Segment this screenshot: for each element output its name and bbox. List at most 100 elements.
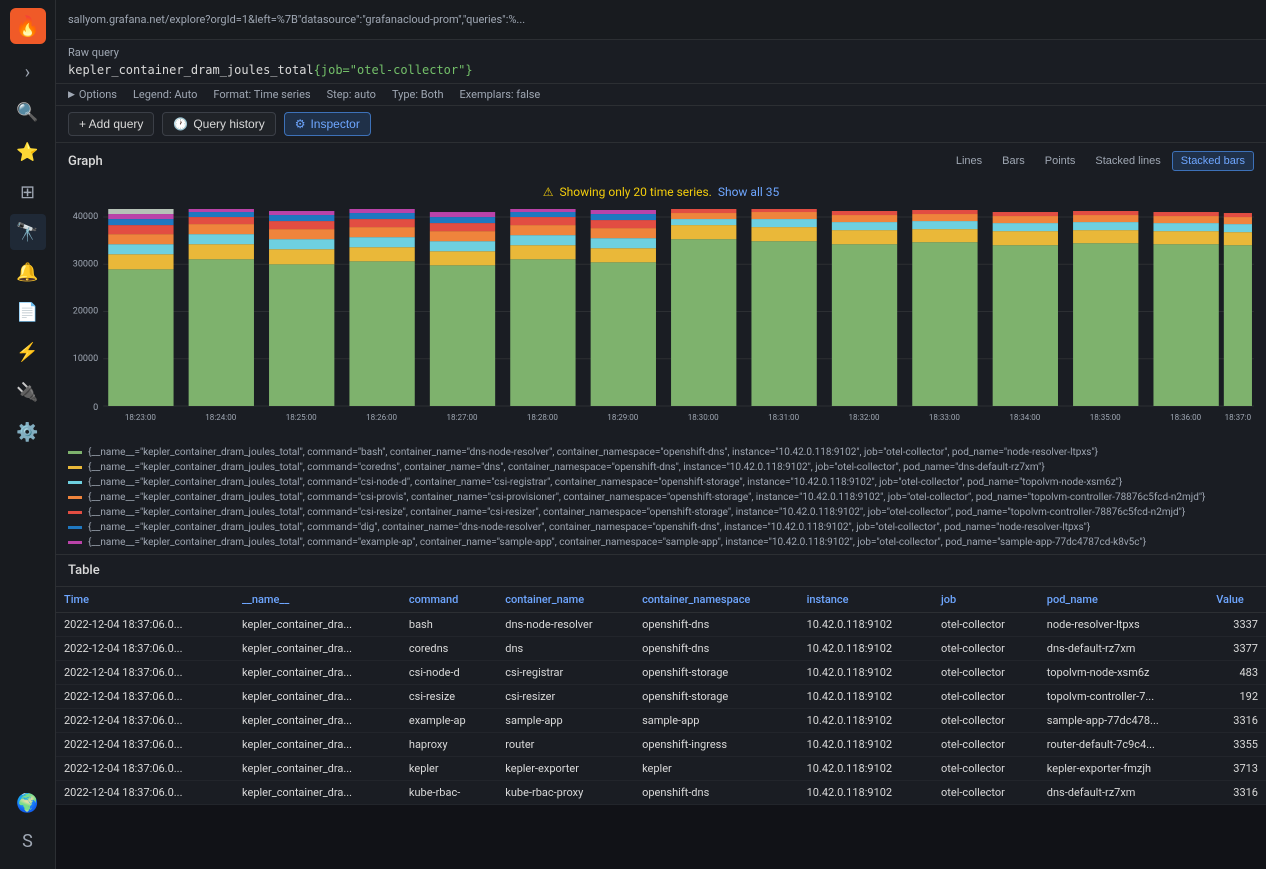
cell-container-name: dns-node-resolver (497, 613, 634, 637)
col-command[interactable]: command (401, 587, 497, 613)
svg-text:18:27:00: 18:27:00 (447, 413, 478, 422)
legend-color-5 (68, 511, 82, 514)
cell-container-name: sample-app (497, 709, 634, 733)
cell-command: kube-rbac- (401, 781, 497, 805)
sidebar-item-globe[interactable]: 🌍 (10, 785, 46, 821)
sidebar-item-search[interactable]: 🔍 (10, 94, 46, 130)
col-container-namespace[interactable]: container_namespace (634, 587, 799, 613)
svg-text:18:36:00: 18:36:00 (1170, 413, 1201, 422)
inspector-icon: ⚙ (295, 117, 306, 131)
inspector-button[interactable]: ⚙ Inspector (284, 112, 371, 136)
sidebar-item-plugin[interactable]: 🔌 (10, 374, 46, 410)
options-legend: Legend: Auto (133, 88, 197, 101)
cell-pod-name: kepler-exporter-fmzjh (1039, 757, 1208, 781)
sidebar-item-alerting[interactable]: 🔔 (10, 254, 46, 290)
sidebar-item-admin[interactable]: ⚙️ (10, 414, 46, 450)
data-table: Time __name__ command container_name con… (56, 587, 1266, 805)
show-all-link[interactable]: Show all 35 (718, 185, 779, 199)
legend-color-7 (68, 541, 82, 544)
warning-text: Showing only 20 time series. (560, 185, 712, 199)
legend-section: {__name__="kepler_container_dram_joules_… (56, 441, 1266, 554)
options-toggle[interactable]: ▶ Options (68, 88, 117, 101)
points-button[interactable]: Points (1036, 151, 1085, 171)
cell-container-name: csi-registrar (497, 661, 634, 685)
content-area[interactable]: Graph Lines Bars Points Stacked lines St… (56, 143, 1266, 869)
warning-bar: ⚠ Showing only 20 time series. Show all … (56, 179, 1266, 205)
col-job[interactable]: job (933, 587, 1039, 613)
sidebar-item-profile[interactable]: S (10, 823, 46, 859)
sidebar-item-explore[interactable]: 🔭 (10, 214, 46, 250)
table-title: Table (56, 555, 1266, 587)
cell-job: otel-collector (933, 661, 1039, 685)
lines-button[interactable]: Lines (947, 151, 991, 171)
col-container-name[interactable]: container_name (497, 587, 634, 613)
cell-time: 2022-12-04 18:37:06.0... (56, 685, 234, 709)
legend-color-2 (68, 466, 82, 469)
legend-text-2: {__name__="kepler_container_dram_joules_… (88, 462, 1045, 473)
col-name[interactable]: __name__ (234, 587, 401, 613)
cell-pod-name: router-default-7c9c4... (1039, 733, 1208, 757)
svg-text:40000: 40000 (73, 212, 98, 222)
cell-value: 3337 (1208, 613, 1266, 637)
browser-url: sallyom.grafana.net/explore?orgId=1&left… (68, 13, 1254, 26)
toolbar: + Add query 🕐 Query history ⚙ Inspector (56, 106, 1266, 143)
cell-command: haproxy (401, 733, 497, 757)
col-value[interactable]: Value (1208, 587, 1266, 613)
sidebar-item-starred[interactable]: ⭐ (10, 134, 46, 170)
cell-name: kepler_container_dra... (234, 709, 401, 733)
svg-text:18:34:00: 18:34:00 (1009, 413, 1040, 422)
query-history-button[interactable]: 🕐 Query history (162, 112, 275, 136)
stacked-bars-button[interactable]: Stacked bars (1172, 151, 1254, 171)
options-exemplars: Exemplars: false (460, 88, 541, 101)
cell-pod-name: topolvm-controller-7... (1039, 685, 1208, 709)
table-row: 2022-12-04 18:37:06.0... kepler_containe… (56, 757, 1266, 781)
cell-container-name: dns (497, 637, 634, 661)
table-row: 2022-12-04 18:37:06.0... kepler_containe… (56, 637, 1266, 661)
legend-item: {__name__="kepler_container_dram_joules_… (68, 505, 1254, 520)
cell-value: 3713 (1208, 757, 1266, 781)
sidebar-item-chevron[interactable]: › (10, 54, 46, 90)
legend-color-3 (68, 481, 82, 484)
options-type: Type: Both (392, 88, 444, 101)
cell-container-namespace: openshift-dns (634, 637, 799, 661)
query-history-label: Query history (193, 117, 264, 131)
cell-container-namespace: openshift-storage (634, 685, 799, 709)
col-instance[interactable]: instance (799, 587, 933, 613)
legend-item: {__name__="kepler_container_dram_joules_… (68, 445, 1254, 460)
legend-color-1 (68, 451, 82, 454)
main-content: sallyom.grafana.net/explore?orgId=1&left… (56, 0, 1266, 869)
sidebar-item-lightning[interactable]: ⚡ (10, 334, 46, 370)
svg-text:18:28:00: 18:28:00 (527, 413, 558, 422)
chart-svg: 40000 30000 20000 10000 0 (68, 209, 1254, 430)
cell-container-namespace: openshift-ingress (634, 733, 799, 757)
cell-job: otel-collector (933, 757, 1039, 781)
cell-time: 2022-12-04 18:37:06.0... (56, 613, 234, 637)
sidebar-item-reports[interactable]: 📄 (10, 294, 46, 330)
legend-text-1: {__name__="kepler_container_dram_joules_… (88, 447, 1098, 458)
cell-name: kepler_container_dra... (234, 637, 401, 661)
bars-button[interactable]: Bars (993, 151, 1034, 171)
sidebar-item-dashboards[interactable]: ⊞ (10, 174, 46, 210)
col-time[interactable]: Time (56, 587, 234, 613)
cell-command: kepler (401, 757, 497, 781)
cell-pod-name: sample-app-77dc478... (1039, 709, 1208, 733)
stacked-lines-button[interactable]: Stacked lines (1086, 151, 1169, 171)
cell-pod-name: dns-default-rz7xm (1039, 637, 1208, 661)
cell-instance: 10.42.0.118:9102 (799, 757, 933, 781)
svg-text:18:24:00: 18:24:00 (205, 413, 236, 422)
inspector-label: Inspector (310, 117, 359, 131)
cell-name: kepler_container_dra... (234, 685, 401, 709)
cell-value: 192 (1208, 685, 1266, 709)
grafana-logo[interactable]: 🔥 (10, 8, 46, 44)
svg-text:18:25:00: 18:25:00 (286, 413, 317, 422)
cell-pod-name: topolvm-node-xsm6z (1039, 661, 1208, 685)
add-query-button[interactable]: + Add query (68, 112, 154, 136)
table-row: 2022-12-04 18:37:06.0... kepler_containe… (56, 733, 1266, 757)
cell-container-namespace: openshift-storage (634, 661, 799, 685)
cell-instance: 10.42.0.118:9102 (799, 733, 933, 757)
options-arrow-icon: ▶ (68, 90, 75, 100)
table-row: 2022-12-04 18:37:06.0... kepler_containe… (56, 709, 1266, 733)
cell-command: csi-node-d (401, 661, 497, 685)
cell-job: otel-collector (933, 733, 1039, 757)
col-pod-name[interactable]: pod_name (1039, 587, 1208, 613)
